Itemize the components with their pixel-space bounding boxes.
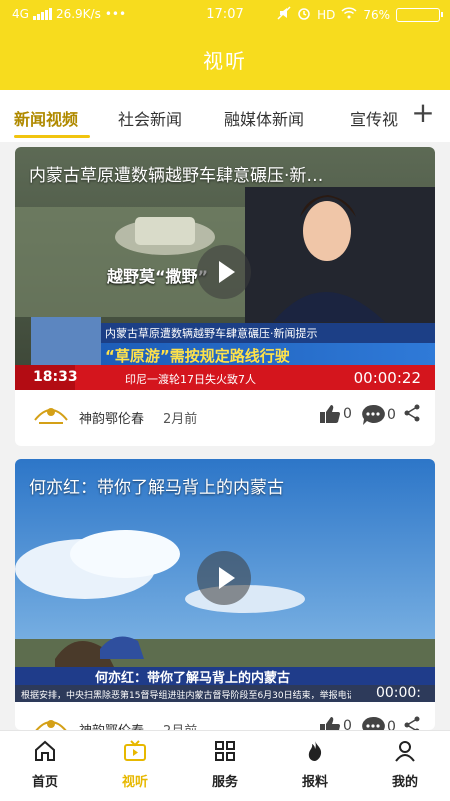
bottom-nav: 首页 视听 服务 报料 我的 bbox=[0, 730, 450, 801]
like-button[interactable]: 0 bbox=[319, 404, 352, 424]
nav-label: 服务 bbox=[211, 775, 238, 790]
page-title: 视听 bbox=[203, 49, 247, 73]
tv-icon bbox=[124, 740, 146, 761]
grid-icon bbox=[215, 741, 235, 761]
nav-label: 我的 bbox=[391, 775, 418, 790]
source-logo bbox=[35, 720, 67, 730]
video-card[interactable]: 何亦红：带你了解马背上的内蒙古 根据安排，中央扫黑除恶第15督导组进驻内蒙古督导… bbox=[15, 459, 435, 730]
battery-percent: 76% bbox=[363, 7, 390, 22]
comment-button[interactable]: 0 bbox=[361, 716, 396, 730]
fire-icon bbox=[308, 741, 322, 761]
video-duration: 00:00:22 bbox=[353, 369, 421, 387]
video-strapline: 内蒙古草原遭数辆越野车肆意碾压·新闻提示 bbox=[105, 327, 318, 340]
wifi-icon bbox=[341, 7, 357, 22]
nav-label: 视听 bbox=[121, 775, 148, 790]
comment-count: 0 bbox=[387, 719, 396, 730]
card-meta: 神韵鄂伦春 2月前 0 0 bbox=[15, 702, 435, 730]
play-button[interactable] bbox=[197, 245, 251, 299]
tab-media-news[interactable]: 融媒体新闻 bbox=[224, 106, 304, 130]
video-caption-top: 越野莫“撒野” bbox=[107, 267, 209, 286]
video-duration: 00:00: bbox=[375, 685, 421, 701]
tab-social-news[interactable]: 社会新闻 bbox=[118, 106, 182, 130]
nav-label: 报料 bbox=[301, 775, 328, 790]
like-count: 0 bbox=[343, 406, 352, 422]
nav-label: 首页 bbox=[31, 775, 58, 790]
add-tab-icon[interactable]: + bbox=[410, 98, 436, 128]
comment-icon bbox=[362, 404, 385, 425]
video-thumbnail[interactable]: 何亦红：带你了解马背上的内蒙古 根据安排，中央扫黑除恶第15督导组进驻内蒙古督导… bbox=[15, 459, 435, 702]
video-ticker: 印尼一渡轮17日失火致7人 bbox=[125, 373, 256, 386]
thumb-up-icon bbox=[320, 405, 340, 423]
nav-audiovisual[interactable]: 视听 bbox=[100, 739, 170, 790]
thumb-up-icon bbox=[320, 717, 340, 730]
battery-icon bbox=[396, 7, 443, 22]
share-button[interactable] bbox=[403, 404, 421, 422]
like-count: 0 bbox=[343, 718, 352, 730]
post-time: 2月前 bbox=[163, 720, 197, 730]
nav-service[interactable]: 服务 bbox=[190, 739, 260, 790]
top-bar: 4G 26.9K/s ••• 17:07 HD 76% 视听 bbox=[0, 0, 450, 90]
comment-icon bbox=[362, 716, 385, 730]
alarm-icon bbox=[297, 6, 311, 23]
tab-propaganda[interactable]: 宣传视 bbox=[350, 106, 402, 130]
source-name[interactable]: 神韵鄂伦春 bbox=[79, 720, 144, 730]
video-headline: “草原游”需按规定路线行驶 bbox=[105, 347, 290, 365]
video-thumbnail[interactable]: 越野莫“撒野” 内蒙古草原遭数辆越野车肆意碾压·新闻提示 “草原游”需按规定路线… bbox=[15, 147, 435, 390]
video-title[interactable]: 内蒙古草原遭数辆越野车肆意碾压·新… bbox=[29, 161, 423, 186]
video-clock: 18:33 bbox=[33, 369, 78, 385]
like-button[interactable]: 0 bbox=[319, 716, 352, 730]
mute-icon bbox=[277, 6, 291, 23]
category-tabs: 新闻视频 社会新闻 融媒体新闻 宣传视 + bbox=[0, 90, 450, 142]
tab-news-video[interactable]: 新闻视频 bbox=[14, 106, 78, 130]
source-logo bbox=[34, 408, 68, 424]
status-bar: 4G 26.9K/s ••• 17:07 HD 76% bbox=[0, 0, 450, 30]
comment-button[interactable]: 0 bbox=[361, 404, 396, 426]
person-icon bbox=[395, 741, 415, 762]
source-name[interactable]: 神韵鄂伦春 bbox=[79, 408, 144, 427]
share-icon bbox=[404, 716, 420, 730]
video-ticker: 根据安排，中央扫黑除恶第15督导组进驻内蒙古督导阶段至6月30日结束，举报电话 bbox=[21, 691, 351, 701]
card-meta: 神韵鄂伦春 2月前 0 0 bbox=[15, 390, 435, 446]
comment-count: 0 bbox=[387, 407, 396, 423]
video-headline: 何亦红：带你了解马背上的内蒙古 bbox=[95, 671, 291, 686]
active-tab-indicator bbox=[14, 135, 90, 138]
video-card[interactable]: 越野莫“撒野” 内蒙古草原遭数辆越野车肆意碾压·新闻提示 “草原游”需按规定路线… bbox=[15, 147, 435, 446]
post-time: 2月前 bbox=[163, 412, 198, 427]
hd-label: HD bbox=[317, 7, 336, 22]
nav-mine[interactable]: 我的 bbox=[370, 739, 440, 790]
nav-home[interactable]: 首页 bbox=[10, 739, 80, 790]
play-button[interactable] bbox=[197, 551, 251, 605]
home-icon bbox=[35, 740, 55, 761]
share-button[interactable] bbox=[403, 716, 421, 730]
nav-report[interactable]: 报料 bbox=[280, 739, 350, 790]
video-title[interactable]: 何亦红：带你了解马背上的内蒙古 bbox=[29, 473, 423, 498]
share-icon bbox=[404, 404, 420, 422]
